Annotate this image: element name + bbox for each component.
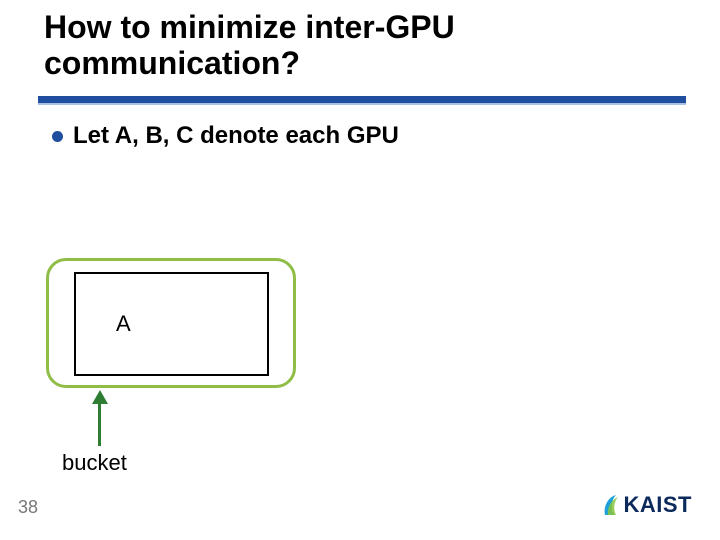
kaist-logo: KAIST: [602, 492, 693, 518]
kaist-logo-text: KAIST: [624, 492, 693, 518]
title-underline-thick: [38, 96, 686, 103]
slide-title-text: How to minimize inter-GPU communication?: [44, 10, 664, 82]
bullet-row: Let A, B, C denote each GPU: [52, 122, 399, 150]
page-number: 38: [18, 497, 38, 518]
title-underline-thin: [38, 103, 686, 105]
gpu-label-a: A: [76, 311, 131, 337]
arrow-shaft: [98, 400, 101, 446]
arrow-up-icon: [92, 390, 108, 446]
bucket-label: bucket: [62, 450, 127, 476]
bucket-inner-box: A: [74, 272, 269, 376]
kaist-logo-icon: [602, 493, 620, 517]
bullet-dot-icon: [52, 131, 63, 142]
slide-title: How to minimize inter-GPU communication?: [44, 10, 664, 82]
bullet-text: Let A, B, C denote each GPU: [73, 122, 399, 150]
slide: How to minimize inter-GPU communication?…: [0, 0, 720, 540]
